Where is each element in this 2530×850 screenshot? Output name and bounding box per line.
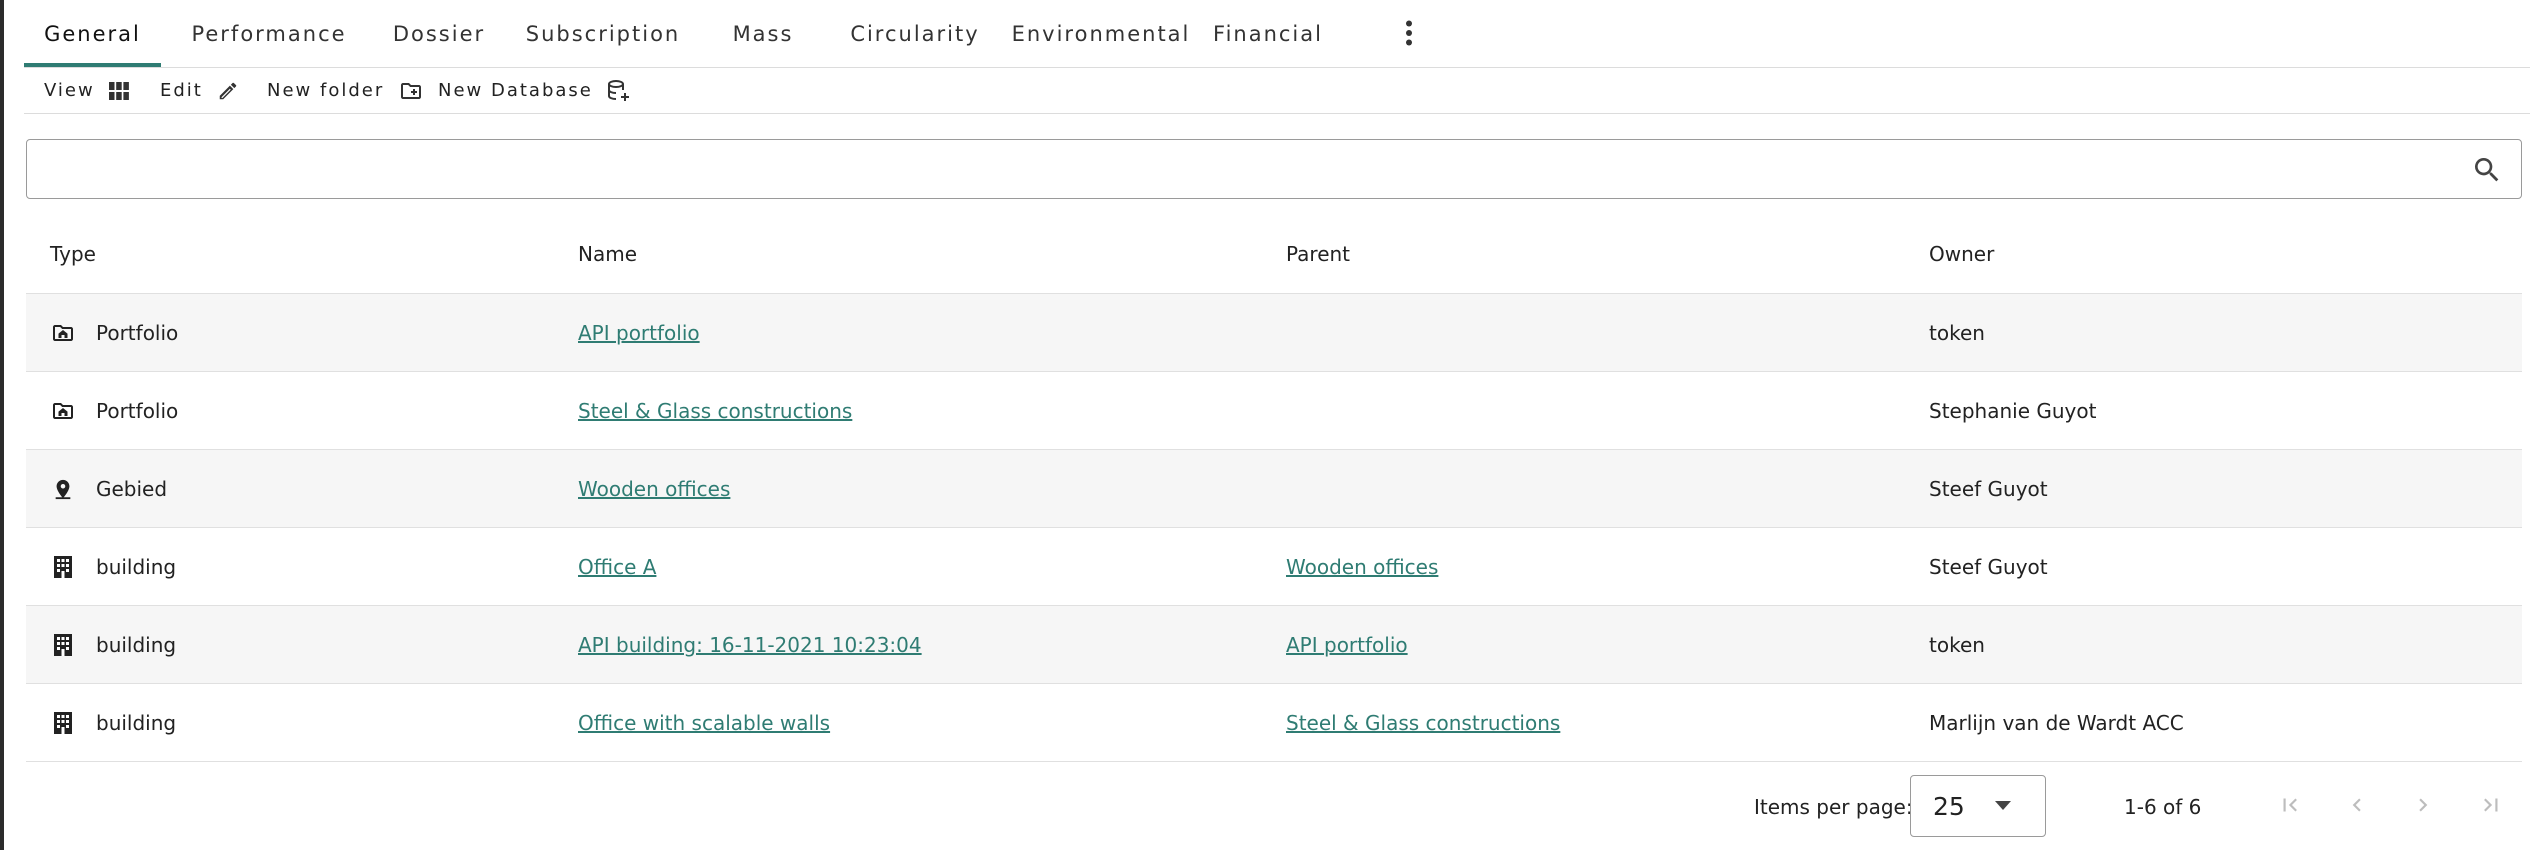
- owner-cell: Steef Guyot: [1929, 477, 2048, 501]
- folder-home-icon: [50, 398, 76, 424]
- name-link[interactable]: API building: 16-11-2021 10:23:04: [578, 633, 922, 657]
- table-header-row: Type Name Parent Owner: [26, 214, 2522, 294]
- parent-link[interactable]: API portfolio: [1286, 633, 1408, 657]
- type-label: Portfolio: [96, 399, 179, 423]
- paginator: Items per page: 25 1-6 of 6: [26, 764, 2522, 850]
- building-icon: [50, 632, 76, 658]
- table-row[interactable]: Gebied Wooden offices Steef Guyot: [26, 450, 2522, 528]
- page-range-label: 1-6 of 6: [2124, 795, 2202, 819]
- new-database-label: New Database: [438, 80, 593, 101]
- table-row[interactable]: Portfolio API portfolio token: [26, 294, 2522, 372]
- new-folder-button[interactable]: New folder: [267, 68, 424, 113]
- owner-cell: token: [1929, 321, 1985, 345]
- items-table: Type Name Parent Owner Portfolio API por…: [26, 214, 2522, 762]
- table-row[interactable]: building Office with scalable walls Stee…: [26, 684, 2522, 762]
- parent-link[interactable]: Wooden offices: [1286, 555, 1438, 579]
- app-window: General Performance Dossier Subscription…: [0, 0, 2530, 850]
- new-folder-label: New folder: [267, 80, 385, 101]
- owner-cell: Stephanie Guyot: [1929, 399, 2097, 423]
- folder-home-icon: [50, 320, 76, 346]
- type-cell: building: [50, 684, 176, 762]
- type-label: building: [96, 555, 177, 579]
- name-link[interactable]: Office A: [578, 555, 656, 579]
- new-database-button[interactable]: New Database: [438, 68, 631, 113]
- name-link[interactable]: API portfolio: [578, 321, 700, 345]
- building-icon: [50, 710, 76, 736]
- column-header-parent[interactable]: Parent: [1286, 214, 1350, 294]
- items-per-page-value: 25: [1933, 791, 1965, 821]
- items-per-page-label: Items per page:: [1754, 795, 1913, 819]
- first-page-icon: [2277, 792, 2303, 822]
- owner-cell: token: [1929, 633, 1985, 657]
- first-page-button[interactable]: [2270, 787, 2310, 827]
- type-label: Portfolio: [96, 321, 179, 345]
- tab-financial[interactable]: Financial: [1200, 0, 1336, 67]
- tab-circularity[interactable]: Circularity: [830, 0, 1000, 67]
- parent-cell: Wooden offices: [1286, 528, 1438, 606]
- active-tab-indicator: [24, 63, 161, 67]
- previous-page-button[interactable]: [2337, 787, 2377, 827]
- edit-button[interactable]: Edit: [160, 68, 239, 113]
- grid-view-icon: [108, 81, 129, 100]
- parent-link[interactable]: Steel & Glass constructions: [1286, 711, 1560, 735]
- create-new-folder-icon: [398, 79, 424, 103]
- type-cell: building: [50, 606, 176, 684]
- name-cell: Office with scalable walls: [578, 684, 830, 762]
- column-header-owner[interactable]: Owner: [1929, 214, 1994, 294]
- search-input[interactable]: [27, 140, 2447, 198]
- name-link[interactable]: Steel & Glass constructions: [578, 399, 852, 423]
- parent-cell: Steel & Glass constructions: [1286, 684, 1560, 762]
- parent-cell: API portfolio: [1286, 606, 1408, 684]
- tab-mass[interactable]: Mass: [704, 0, 822, 67]
- type-cell: Portfolio: [50, 372, 178, 450]
- search-box: [26, 139, 2522, 199]
- toolbar: View Edit New folder New Database: [24, 68, 2530, 114]
- type-cell: Portfolio: [50, 294, 178, 372]
- edit-label: Edit: [160, 80, 203, 101]
- search-icon[interactable]: [2471, 154, 2503, 186]
- last-page-icon: [2478, 792, 2504, 822]
- owner-cell: Steef Guyot: [1929, 555, 2048, 579]
- type-label: building: [96, 711, 177, 735]
- next-page-button[interactable]: [2403, 787, 2443, 827]
- owner-cell: Marlijn van de Wardt ACC: [1929, 711, 2184, 735]
- chevron-right-icon: [2410, 792, 2436, 822]
- type-label: Gebied: [96, 477, 168, 501]
- pencil-icon: [217, 80, 239, 102]
- building-icon: [50, 554, 76, 580]
- name-cell: Wooden offices: [578, 450, 730, 528]
- name-link[interactable]: Office with scalable walls: [578, 711, 830, 735]
- dropdown-arrow-icon: [1995, 801, 2011, 810]
- view-button[interactable]: View: [44, 68, 129, 113]
- column-header-type[interactable]: Type: [50, 214, 96, 294]
- table-row[interactable]: building API building: 16-11-2021 10:23:…: [26, 606, 2522, 684]
- name-link[interactable]: Wooden offices: [578, 477, 730, 501]
- last-page-button[interactable]: [2471, 787, 2511, 827]
- column-header-name[interactable]: Name: [578, 214, 637, 294]
- name-cell: API building: 16-11-2021 10:23:04: [578, 606, 922, 684]
- tab-bar: General Performance Dossier Subscription…: [24, 0, 2530, 68]
- name-cell: API portfolio: [578, 294, 700, 372]
- location-pin-icon: [50, 476, 76, 502]
- tab-environmental[interactable]: Environmental: [992, 0, 1210, 67]
- type-label: building: [96, 633, 177, 657]
- tab-dossier[interactable]: Dossier: [374, 0, 504, 67]
- name-cell: Office A: [578, 528, 656, 606]
- table-row[interactable]: building Office A Wooden offices Steef G…: [26, 528, 2522, 606]
- database-add-icon: [607, 79, 631, 103]
- view-label: View: [44, 80, 95, 101]
- more-vert-icon[interactable]: [1392, 16, 1426, 50]
- type-cell: building: [50, 528, 176, 606]
- tab-performance[interactable]: Performance: [174, 0, 364, 67]
- chevron-left-icon: [2344, 792, 2370, 822]
- table-row[interactable]: Portfolio Steel & Glass constructions St…: [26, 372, 2522, 450]
- name-cell: Steel & Glass constructions: [578, 372, 852, 450]
- type-cell: Gebied: [50, 450, 167, 528]
- tab-general[interactable]: General: [24, 0, 161, 67]
- tab-subscription[interactable]: Subscription: [506, 0, 700, 67]
- items-per-page-select[interactable]: 25: [1910, 775, 2046, 837]
